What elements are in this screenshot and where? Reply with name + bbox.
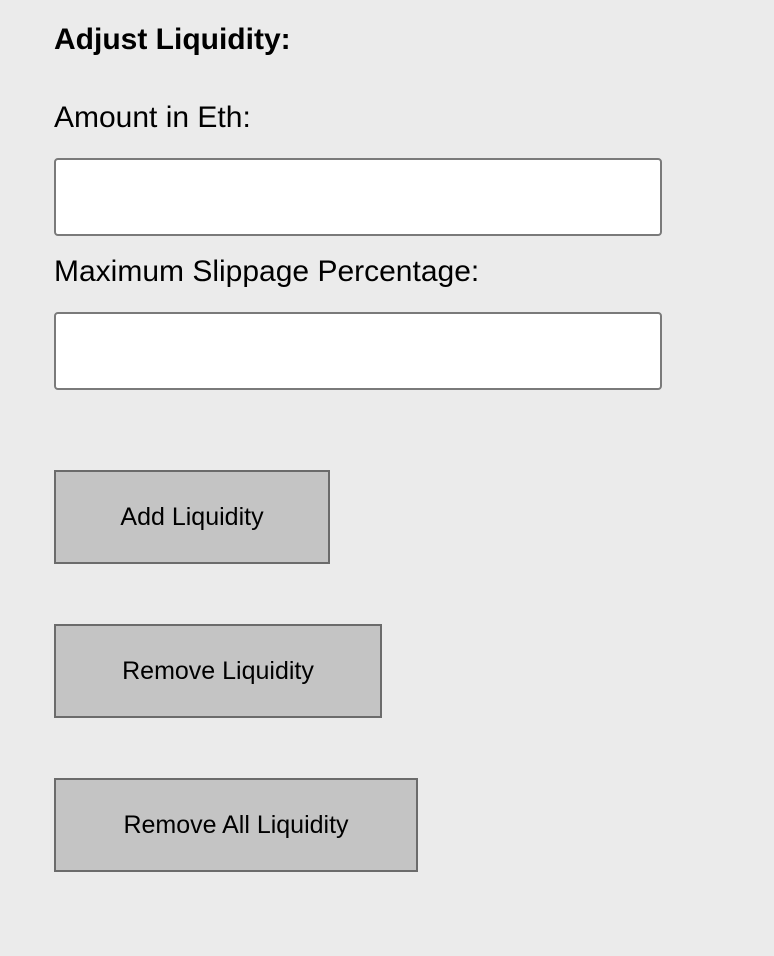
remove-all-liquidity-button[interactable]: Remove All Liquidity bbox=[54, 778, 418, 872]
amount-in-eth-input[interactable] bbox=[54, 158, 662, 236]
max-slippage-input[interactable] bbox=[54, 312, 662, 390]
remove-liquidity-button[interactable]: Remove Liquidity bbox=[54, 624, 382, 718]
amount-in-eth-label: Amount in Eth: bbox=[54, 101, 251, 134]
add-liquidity-button[interactable]: Add Liquidity bbox=[54, 470, 330, 564]
section-title: Adjust Liquidity: bbox=[54, 23, 291, 56]
max-slippage-label: Maximum Slippage Percentage: bbox=[54, 255, 480, 288]
